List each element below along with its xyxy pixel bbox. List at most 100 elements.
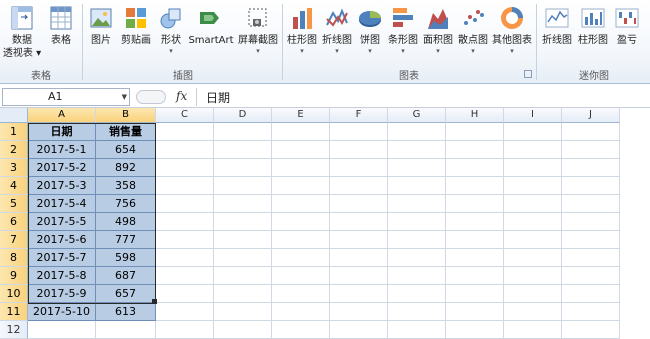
column-chart-button[interactable]: 柱形图 ▾ — [285, 3, 319, 65]
table-cell[interactable]: 756 — [96, 195, 156, 213]
cell[interactable] — [156, 141, 214, 159]
table-cell[interactable]: 2017-5-2 — [28, 159, 96, 177]
screenshot-button[interactable]: 屏幕截图 ▾ — [236, 3, 280, 65]
cell[interactable] — [214, 195, 272, 213]
cell[interactable] — [504, 321, 562, 339]
row-header-7[interactable]: 7 — [0, 231, 28, 249]
column-header-e[interactable]: E — [272, 108, 330, 123]
cell[interactable] — [446, 195, 504, 213]
cell[interactable] — [388, 303, 446, 321]
cell[interactable] — [272, 303, 330, 321]
cell[interactable] — [562, 123, 620, 141]
table-cell[interactable]: 2017-5-5 — [28, 213, 96, 231]
table-cell[interactable]: 2017-5-7 — [28, 249, 96, 267]
cell[interactable] — [272, 231, 330, 249]
table-cell[interactable]: 2017-5-6 — [28, 231, 96, 249]
column-header-f[interactable]: F — [330, 108, 388, 123]
cell[interactable] — [330, 195, 388, 213]
table-button[interactable]: 表格 — [44, 3, 78, 65]
name-box[interactable]: A1 ▼ — [2, 88, 130, 106]
table-cell[interactable]: 654 — [96, 141, 156, 159]
cell[interactable] — [214, 231, 272, 249]
cell[interactable] — [272, 195, 330, 213]
cell[interactable] — [96, 321, 156, 339]
pivot-table-button[interactable]: 数据 透视表 ▾ — [2, 3, 42, 65]
row-header-5[interactable]: 5 — [0, 195, 28, 213]
table-cell[interactable]: 498 — [96, 213, 156, 231]
cell[interactable] — [156, 177, 214, 195]
cell[interactable] — [388, 231, 446, 249]
row-header-8[interactable]: 8 — [0, 249, 28, 267]
cell[interactable] — [504, 159, 562, 177]
cell[interactable] — [214, 285, 272, 303]
cell[interactable] — [156, 249, 214, 267]
cell[interactable] — [562, 195, 620, 213]
cell[interactable] — [272, 159, 330, 177]
cell[interactable] — [156, 231, 214, 249]
cell[interactable] — [504, 231, 562, 249]
cell[interactable] — [214, 141, 272, 159]
cell[interactable] — [504, 249, 562, 267]
row-header-11[interactable]: 11 — [0, 303, 28, 321]
table-cell[interactable]: 2017-5-10 — [28, 303, 96, 321]
column-header-c[interactable]: C — [156, 108, 214, 123]
cell[interactable] — [446, 267, 504, 285]
row-header-6[interactable]: 6 — [0, 213, 28, 231]
cell[interactable] — [388, 195, 446, 213]
cell[interactable] — [28, 321, 96, 339]
cell[interactable] — [272, 123, 330, 141]
cell[interactable] — [504, 195, 562, 213]
row-header-9[interactable]: 9 — [0, 267, 28, 285]
table-cell[interactable]: 2017-5-3 — [28, 177, 96, 195]
cell[interactable] — [214, 303, 272, 321]
table-cell[interactable]: 687 — [96, 267, 156, 285]
pie-chart-button[interactable]: 饼图 ▾ — [355, 3, 385, 65]
cell[interactable] — [504, 123, 562, 141]
sparkline-winloss-button[interactable]: 盈亏 — [612, 3, 642, 65]
cell[interactable] — [272, 177, 330, 195]
formula-bar-resize-handle[interactable] — [136, 90, 166, 104]
cell[interactable] — [330, 123, 388, 141]
cell[interactable] — [156, 159, 214, 177]
column-header-a[interactable]: A — [28, 108, 96, 123]
line-chart-button[interactable]: 折线图 ▾ — [320, 3, 354, 65]
cell[interactable] — [446, 249, 504, 267]
row-header-1[interactable]: 1 — [0, 123, 28, 141]
cell[interactable] — [330, 213, 388, 231]
row-header-12[interactable]: 12 — [0, 321, 28, 339]
cell[interactable] — [562, 321, 620, 339]
table-cell[interactable]: 2017-5-9 — [28, 285, 96, 303]
cell[interactable] — [214, 123, 272, 141]
cell[interactable] — [156, 213, 214, 231]
cell[interactable] — [388, 249, 446, 267]
cell[interactable] — [156, 267, 214, 285]
cell[interactable] — [388, 213, 446, 231]
table-cell[interactable]: 777 — [96, 231, 156, 249]
cell[interactable] — [156, 285, 214, 303]
cell[interactable] — [562, 141, 620, 159]
table-cell[interactable]: 2017-5-8 — [28, 267, 96, 285]
column-header-h[interactable]: H — [446, 108, 504, 123]
bar-chart-button[interactable]: 条形图 ▾ — [386, 3, 420, 65]
formula-input[interactable]: 日期 — [206, 89, 230, 106]
cell[interactable] — [446, 213, 504, 231]
cell[interactable] — [446, 285, 504, 303]
cell[interactable] — [156, 321, 214, 339]
cell[interactable] — [272, 321, 330, 339]
cell[interactable] — [504, 285, 562, 303]
cell[interactable] — [156, 195, 214, 213]
cell[interactable] — [562, 285, 620, 303]
cell[interactable] — [388, 123, 446, 141]
column-header-i[interactable]: I — [504, 108, 562, 123]
cell[interactable] — [330, 177, 388, 195]
clip-art-button[interactable]: 剪贴画 — [118, 3, 154, 65]
cell[interactable] — [446, 321, 504, 339]
chevron-down-icon[interactable]: ▼ — [122, 89, 127, 105]
row-header-3[interactable]: 3 — [0, 159, 28, 177]
cell[interactable] — [272, 213, 330, 231]
cell[interactable] — [330, 249, 388, 267]
cell[interactable] — [272, 141, 330, 159]
row-header-4[interactable]: 4 — [0, 177, 28, 195]
cell[interactable] — [156, 303, 214, 321]
cell[interactable] — [272, 285, 330, 303]
